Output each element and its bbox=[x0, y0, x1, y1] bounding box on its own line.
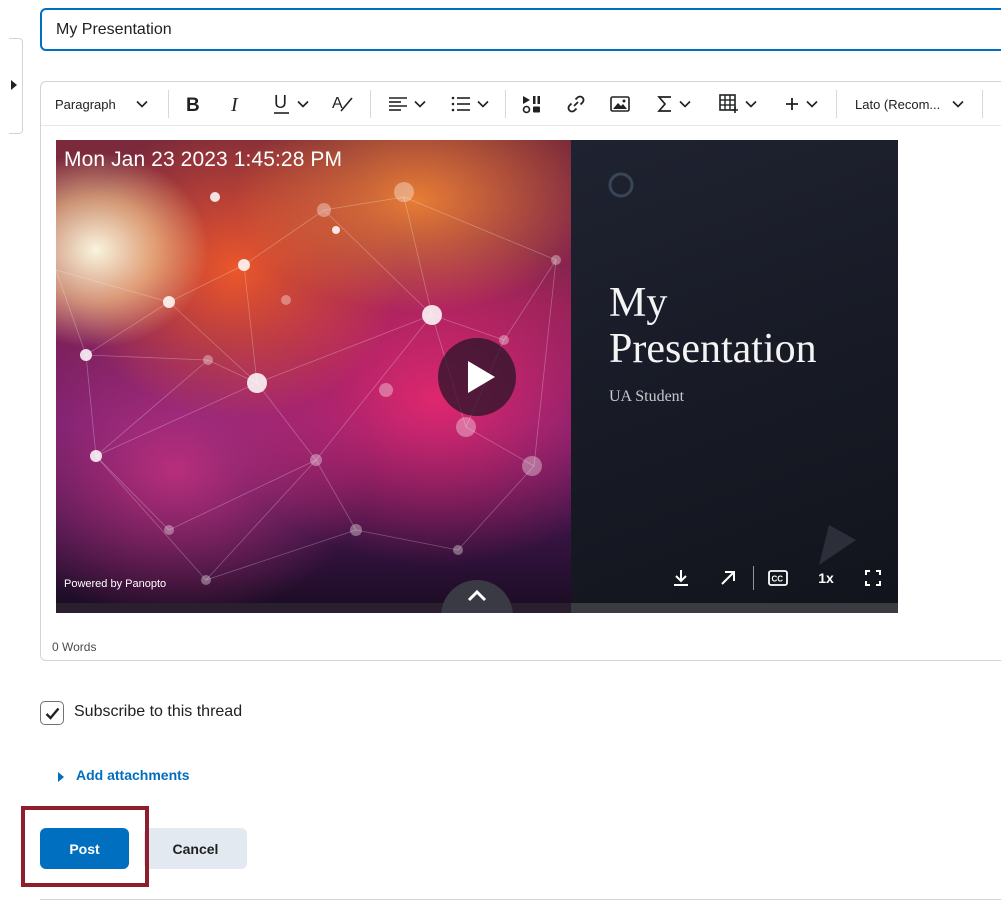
slide-subtitle: UA Student bbox=[609, 388, 685, 405]
plus-icon bbox=[786, 98, 798, 110]
align-left-icon bbox=[389, 97, 407, 111]
embedded-video-player[interactable]: Mon Jan 23 2023 1:45:28 PM My Presentati… bbox=[56, 140, 898, 613]
rich-text-editor: Paragraph B I U A Lato (Recom... Mon Jan… bbox=[40, 81, 1001, 661]
image-icon bbox=[610, 96, 630, 112]
align-dropdown[interactable] bbox=[388, 90, 426, 118]
powered-by-label: Powered by Panopto bbox=[64, 578, 167, 590]
chevron-up-icon bbox=[467, 590, 487, 602]
font-family-dropdown[interactable]: Lato (Recom... bbox=[855, 90, 964, 118]
table-icon bbox=[719, 94, 738, 113]
italic-button[interactable]: I bbox=[230, 90, 244, 118]
expand-attachments-icon[interactable] bbox=[58, 772, 64, 782]
chevron-down-icon bbox=[806, 100, 818, 108]
paragraph-format-label: Paragraph bbox=[55, 96, 116, 112]
underline-icon: U bbox=[274, 93, 289, 114]
svg-text:CC: CC bbox=[772, 575, 784, 584]
divider bbox=[40, 899, 1001, 900]
word-count: 0 Words bbox=[52, 640, 97, 654]
cancel-button[interactable]: Cancel bbox=[144, 828, 247, 869]
play-button[interactable] bbox=[438, 338, 516, 416]
font-family-label: Lato (Recom... bbox=[855, 96, 941, 112]
bold-button[interactable]: B bbox=[185, 90, 201, 118]
bulleted-list-icon bbox=[451, 96, 470, 112]
insert-image-button[interactable] bbox=[610, 90, 630, 118]
arrow-up-right-icon bbox=[721, 571, 735, 585]
download-icon bbox=[674, 570, 688, 586]
chevron-down-icon bbox=[414, 100, 426, 108]
video-timestamp: Mon Jan 23 2023 1:45:28 PM bbox=[64, 148, 343, 171]
link-icon bbox=[567, 95, 585, 113]
insert-stuff-button[interactable] bbox=[522, 90, 542, 118]
text-styles-button[interactable]: A bbox=[332, 90, 354, 118]
fullscreen-button[interactable] bbox=[861, 566, 885, 590]
insert-link-button[interactable] bbox=[566, 90, 586, 118]
paragraph-format-dropdown[interactable]: Paragraph bbox=[55, 90, 148, 118]
text-style-icon: A bbox=[332, 95, 353, 112]
play-icon bbox=[468, 361, 495, 393]
download-button[interactable] bbox=[669, 566, 693, 590]
subscribe-label[interactable]: Subscribe to this thread bbox=[74, 703, 242, 721]
editor-toolbar: Paragraph B I U A Lato (Recom... bbox=[41, 82, 1001, 126]
svg-text:B: B bbox=[186, 95, 200, 113]
svg-text:U: U bbox=[274, 93, 287, 112]
chevron-down-icon bbox=[297, 100, 309, 108]
bold-icon: B bbox=[186, 95, 200, 113]
chevron-down-icon bbox=[136, 100, 148, 108]
equation-dropdown[interactable] bbox=[657, 90, 691, 118]
chevron-down-icon bbox=[679, 100, 691, 108]
closed-captions-icon: CC bbox=[768, 570, 788, 586]
slide-title: My Presentation bbox=[609, 280, 817, 372]
title-input[interactable] bbox=[40, 8, 1001, 51]
insert-media-icon bbox=[522, 96, 540, 114]
fullscreen-icon bbox=[865, 570, 881, 586]
captions-button[interactable]: CC bbox=[765, 566, 791, 590]
expand-panel-icon[interactable] bbox=[11, 80, 17, 90]
playback-speed-button[interactable]: 1x bbox=[812, 566, 840, 590]
insert-more-dropdown[interactable] bbox=[784, 90, 818, 118]
table-dropdown[interactable] bbox=[719, 90, 757, 118]
post-button[interactable]: Post bbox=[40, 828, 129, 869]
italic-icon: I bbox=[230, 95, 239, 113]
slide-panel bbox=[571, 140, 898, 613]
list-dropdown[interactable] bbox=[451, 90, 489, 118]
chevron-down-icon bbox=[745, 100, 757, 108]
checkmark-icon bbox=[45, 707, 60, 720]
chevron-down-icon bbox=[477, 100, 489, 108]
open-external-button[interactable] bbox=[716, 566, 740, 590]
svg-text:I: I bbox=[230, 95, 239, 113]
playback-speed-label: 1x bbox=[818, 570, 834, 586]
sigma-icon bbox=[657, 96, 671, 112]
add-attachments-link[interactable]: Add attachments bbox=[76, 767, 190, 783]
chevron-down-icon bbox=[952, 100, 964, 108]
subscribe-checkbox[interactable] bbox=[40, 701, 64, 725]
underline-dropdown[interactable]: U bbox=[273, 90, 309, 118]
